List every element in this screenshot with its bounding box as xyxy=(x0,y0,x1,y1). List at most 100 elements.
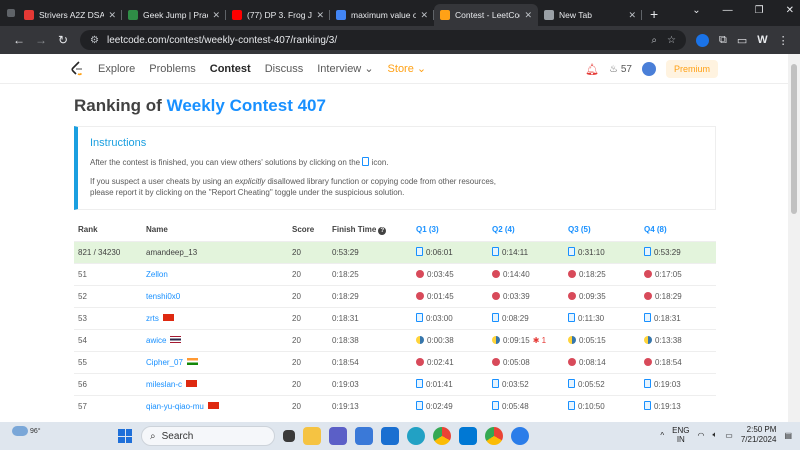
cell-q2[interactable]: 0:03:52 xyxy=(488,372,564,395)
notification-icon[interactable]: ▤ xyxy=(784,431,792,440)
store-app-icon[interactable] xyxy=(355,427,373,445)
cell-q2[interactable]: 0:05:48 xyxy=(488,394,564,417)
browser-tab[interactable]: (77) DP 3. Frog Jun✕ xyxy=(226,4,330,26)
browser-tab[interactable]: New Tab ✕ xyxy=(538,4,642,26)
language-icon[interactable] xyxy=(416,247,423,256)
language-icon[interactable] xyxy=(644,313,651,322)
language-icon[interactable] xyxy=(644,335,652,344)
language-icon[interactable] xyxy=(644,247,651,256)
cell-name[interactable]: zrts xyxy=(142,306,288,329)
leetcode-logo-icon[interactable] xyxy=(70,60,84,77)
cell-q4[interactable]: 0:13:38 xyxy=(640,328,716,351)
cell-q4[interactable]: 0:17:05 xyxy=(640,262,716,285)
language-icon[interactable] xyxy=(568,357,576,366)
language-icon[interactable] xyxy=(416,291,424,300)
task-view-icon[interactable] xyxy=(283,430,295,442)
volume-icon[interactable]: 🔈︎ xyxy=(712,430,717,440)
cell-q3[interactable]: 0:11:30 xyxy=(564,306,640,329)
user-name[interactable]: zrts xyxy=(146,314,159,323)
header-q3[interactable]: Q3 (5) xyxy=(564,219,640,241)
user-name[interactable]: qian-yu-qiao-mu xyxy=(146,402,204,411)
cell-q2[interactable]: 0:09:15 ✱ 1 xyxy=(488,328,564,351)
language-icon[interactable] xyxy=(568,313,575,322)
user-name[interactable]: tenshi0x0 xyxy=(146,292,180,301)
zoom-icon[interactable]: ⌕ xyxy=(651,35,657,46)
language-icon[interactable] xyxy=(492,357,500,366)
cell-q2[interactable]: 0:14:40 xyxy=(488,262,564,285)
cell-q2[interactable]: 0:14:11 xyxy=(488,240,564,263)
help-icon[interactable]: ? xyxy=(378,226,387,235)
back-arrow-icon[interactable]: ← xyxy=(8,33,30,47)
close-tab-icon[interactable]: ✕ xyxy=(212,10,220,21)
close-tab-icon[interactable]: ✕ xyxy=(108,10,116,21)
close-tab-icon[interactable]: ✕ xyxy=(628,10,636,21)
cell-q3[interactable]: 0:10:50 xyxy=(564,394,640,417)
menu-kebab-icon[interactable]: ⋮ xyxy=(778,34,789,47)
cell-name[interactable]: qian-yu-qiao-mu xyxy=(142,394,288,417)
minimize-button[interactable]: — xyxy=(723,5,733,16)
battery-icon[interactable]: ▭ xyxy=(725,431,733,440)
user-name[interactable]: Zellon xyxy=(146,270,168,279)
cell-q3[interactable]: 0:05:52 xyxy=(564,372,640,395)
chrome-icon[interactable] xyxy=(433,427,451,445)
language-icon[interactable] xyxy=(492,335,500,344)
browser-tab[interactable]: Contest - LeetCod ✕ xyxy=(434,4,538,26)
header-q1[interactable]: Q1 (3) xyxy=(412,219,488,241)
language-icon[interactable] xyxy=(416,357,424,366)
cell-q4[interactable]: 0:18:29 xyxy=(640,284,716,307)
language-icon[interactable] xyxy=(416,379,423,388)
cell-q1[interactable]: 0:06:01 xyxy=(412,240,488,263)
user-name[interactable]: Cipher_07 xyxy=(146,358,183,367)
reload-icon[interactable]: ↻ xyxy=(52,33,74,47)
cell-q4[interactable]: 0:18:31 xyxy=(640,306,716,329)
streak-counter[interactable]: ♨ 57 xyxy=(609,64,632,75)
cell-name[interactable]: tenshi0x0 xyxy=(142,284,288,307)
cell-q2[interactable]: 0:08:29 xyxy=(488,306,564,329)
photos-icon[interactable] xyxy=(511,427,529,445)
close-window-button[interactable]: ✕ xyxy=(786,5,794,16)
close-tab-icon[interactable]: ✕ xyxy=(524,10,532,21)
language-icon[interactable] xyxy=(568,401,575,411)
language-icon[interactable] xyxy=(568,269,576,278)
header-q2[interactable]: Q2 (4) xyxy=(488,219,564,241)
profile-avatar[interactable]: W xyxy=(757,34,767,46)
language-icon[interactable] xyxy=(416,313,423,322)
nav-store[interactable]: Store ⌄ xyxy=(388,62,427,75)
scrollbar-thumb[interactable] xyxy=(791,64,797,214)
file-explorer-icon[interactable] xyxy=(303,427,321,445)
language-icon[interactable] xyxy=(492,401,499,411)
language-icon[interactable] xyxy=(492,269,500,278)
cell-q3[interactable]: 0:08:14 xyxy=(564,350,640,373)
language-icon[interactable] xyxy=(416,401,423,411)
url-text[interactable]: leetcode.com/contest/weekly-contest-407/… xyxy=(107,35,641,46)
language-indicator[interactable]: ENG IN xyxy=(672,426,689,444)
extension-icon[interactable] xyxy=(696,33,709,47)
cell-q1[interactable]: 0:03:00 xyxy=(412,306,488,329)
edge-icon[interactable] xyxy=(407,427,425,445)
cell-q4[interactable]: 0:18:54 xyxy=(640,350,716,373)
cell-q3[interactable]: 0:05:15 xyxy=(564,328,640,351)
weather-widget[interactable]: 96° xyxy=(12,426,41,436)
mail-icon[interactable] xyxy=(381,427,399,445)
cell-name[interactable]: awice xyxy=(142,328,288,351)
language-icon[interactable] xyxy=(492,291,500,300)
wifi-icon[interactable]: ◠ xyxy=(697,431,704,440)
cell-q1[interactable]: 0:01:45 xyxy=(412,284,488,307)
close-tab-icon[interactable]: ✕ xyxy=(420,10,428,21)
vscode-icon[interactable] xyxy=(459,427,477,445)
user-name[interactable]: awice xyxy=(146,336,166,345)
sidebar-icon[interactable]: ▭ xyxy=(737,34,747,47)
browser-tab[interactable]: Strivers A2Z DSA C✕ xyxy=(18,4,122,26)
cell-q3[interactable]: 0:18:25 xyxy=(564,262,640,285)
teams-icon[interactable] xyxy=(329,427,347,445)
nav-problems[interactable]: Problems xyxy=(149,63,195,75)
nav-discuss[interactable]: Discuss xyxy=(265,63,304,75)
language-icon[interactable] xyxy=(568,291,576,300)
bookmark-star-icon[interactable]: ☆ xyxy=(667,35,676,46)
cell-name[interactable]: mileslan-c xyxy=(142,372,288,395)
language-icon[interactable] xyxy=(644,291,652,300)
new-tab-button[interactable]: + xyxy=(650,6,658,22)
language-icon[interactable] xyxy=(568,335,576,344)
browser-tab[interactable]: maximum value of ✕ xyxy=(330,4,434,26)
cell-name[interactable]: Zellon xyxy=(142,262,288,285)
